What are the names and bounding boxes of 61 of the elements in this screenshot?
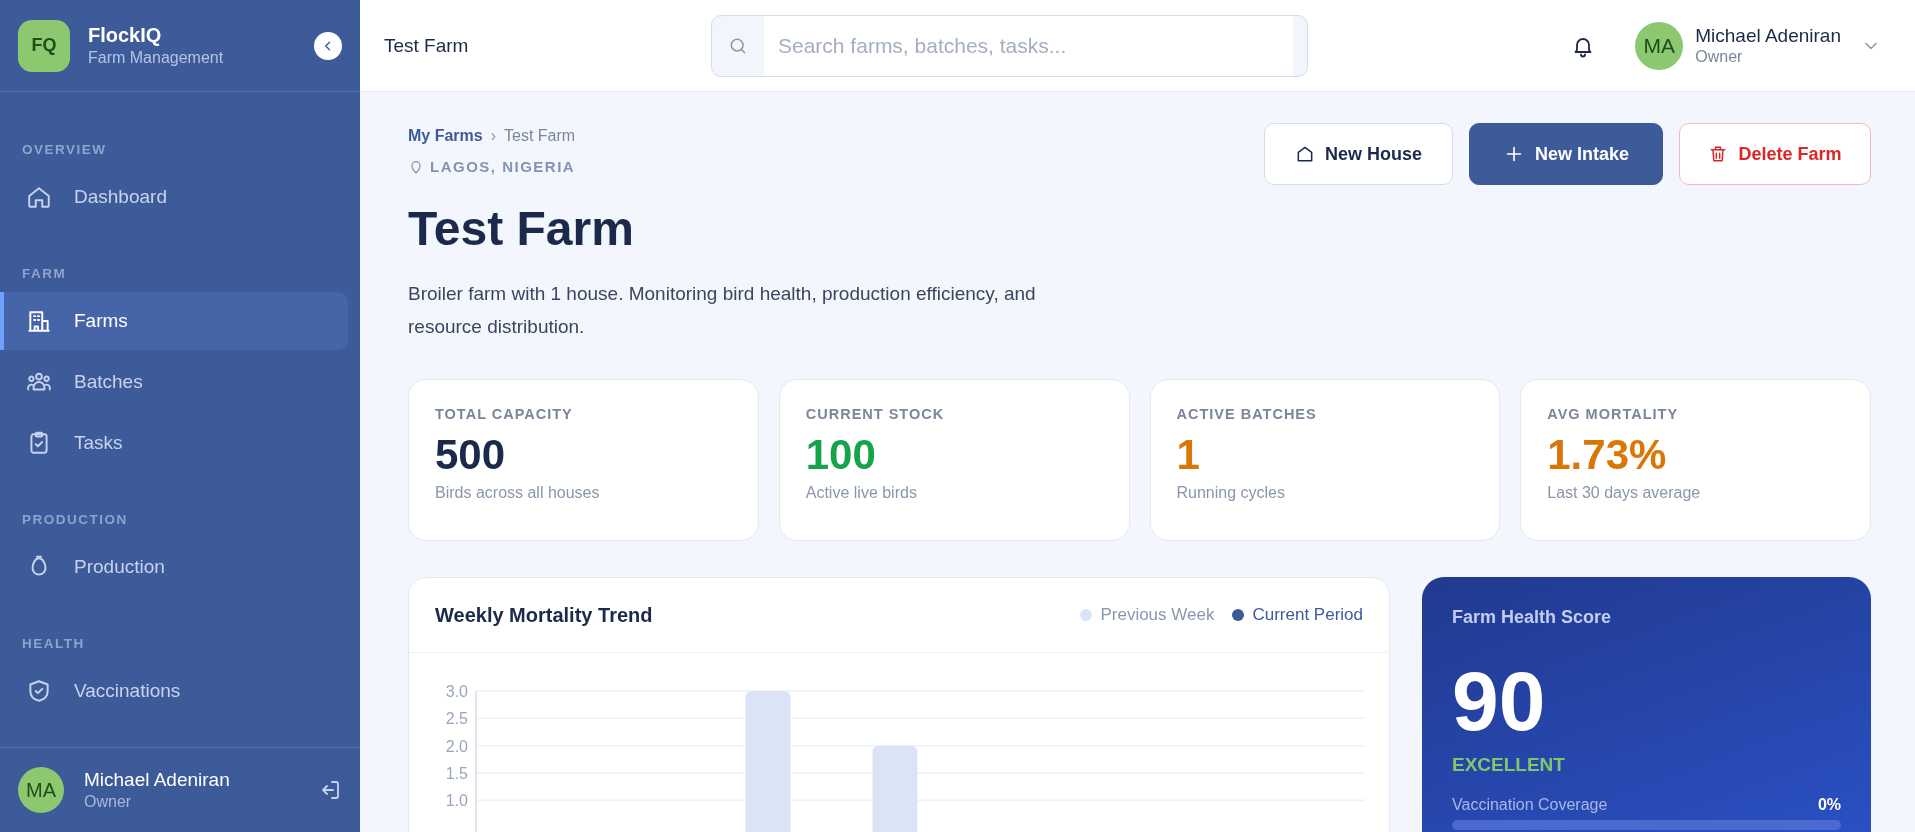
stat-caption: Last 30 days average [1547,484,1702,502]
breadcrumb-link[interactable]: My Farms [408,127,483,145]
nav-item[interactable]: Vaccinations [0,662,348,720]
nav-item[interactable]: Farms [0,292,348,350]
brand-subtitle: Farm Management [88,49,225,67]
y-axis-tick-label: 1.0 [445,792,468,810]
user-role: Owner [84,793,133,811]
farm-title: Test Farm [408,201,635,257]
collapse-button[interactable] [314,31,342,60]
farm-description: Broiler farm with 1 house. Monitoring bird health, production efficiency, and resource distribution. [408,282,1037,339]
nav-item[interactable]: Production [0,538,348,596]
avatar: MA [18,767,64,813]
new-intake-button[interactable]: New Intake [1469,123,1663,185]
nav-item[interactable]: Batches [0,353,348,411]
health-score: 90 [1452,656,1547,746]
section-label: OVERVIEW [21,141,108,159]
stat-value: 1.73% [1547,432,1668,478]
section-label: HEALTH [21,635,86,653]
user-role: Owner [1695,48,1744,66]
legend-label: Current Period [1252,605,1363,625]
stat-value: 100 [805,432,877,478]
location-label: LAGOS, NIGERIA [430,158,576,175]
section-label: PRODUCTION [21,511,129,529]
stat-label: TOTAL CAPACITY [435,406,574,422]
metric-value: 0% [1817,796,1841,814]
stat-caption: Running cycles [1176,484,1286,502]
metric-label: Vaccination Coverage [1452,796,1608,814]
stat-label: AVG MORTALITY [1547,406,1680,422]
search-field[interactable]: Search farms, batches, tasks... [711,14,1308,77]
stat-label: CURRENT STOCK [805,406,946,422]
y-axis-tick-label: 2.0 [445,737,468,755]
nav-item[interactable]: Dashboard [0,168,348,226]
logo-badge: FQ [18,19,70,72]
y-axis-tick-label: 3.0 [445,683,468,700]
stat-label: ACTIVE BATCHES [1176,406,1318,422]
y-axis-tick-label: 2.5 [445,710,468,728]
nav-item[interactable]: Tasks [0,414,348,472]
delete-farm-button[interactable]: Delete Farm [1679,123,1871,185]
stat-caption: Birds across all houses [435,484,601,502]
breadcrumb-separator: › [490,127,497,145]
user-name: Michael Adeniran [1695,25,1841,47]
stat-value: 500 [435,432,507,478]
section-label: FARM [21,265,68,283]
shield-check-icon [26,678,52,704]
brand-name: FlockIQ [88,24,163,47]
card-title: Farm Health Score [1452,607,1613,628]
stat-caption: Active live birds [805,484,918,502]
page-title: Test Farm [384,34,470,57]
avatar: MA [1635,21,1684,70]
y-axis-tick-label: 1.5 [445,765,468,782]
house-icon [26,184,52,210]
building-icon [26,308,52,334]
chart-title: Weekly Mortality Trend [435,603,653,627]
house-icon [1295,144,1315,164]
new-house-button[interactable]: New House [1264,123,1453,185]
location-pin-icon [408,158,424,175]
breadcrumb-current: Test Farm [504,127,576,145]
legend-label: Previous Week [1100,605,1215,625]
stat-value: 1 [1176,432,1201,478]
health-rating: EXCELLENT [1452,754,1566,776]
user-name: Michael Adeniran [84,769,231,791]
